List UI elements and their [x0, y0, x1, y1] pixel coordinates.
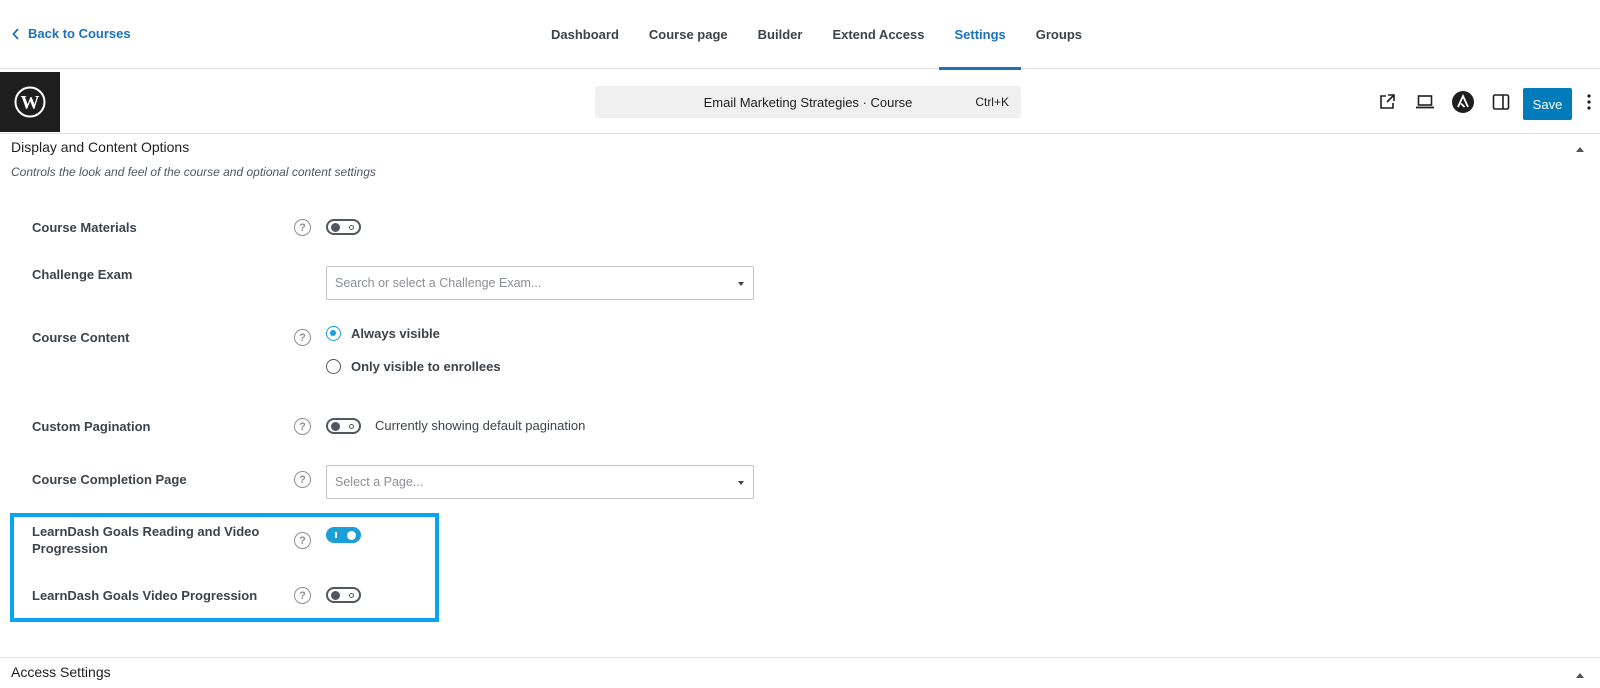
section-divider: [0, 657, 1600, 658]
wordpress-logo-icon[interactable]: W: [0, 72, 60, 132]
display-section-title: Display and Content Options: [11, 139, 190, 155]
course-materials-toggle[interactable]: [326, 219, 361, 235]
tab-dashboard[interactable]: Dashboard: [536, 0, 634, 69]
tab-course-page[interactable]: Course page: [634, 0, 743, 69]
collapse-access-section-icon[interactable]: [1576, 673, 1584, 678]
toggle-knob: [347, 531, 356, 540]
dropdown-arrow-icon: [738, 282, 744, 286]
more-options-icon[interactable]: [1581, 88, 1597, 116]
radio-always-visible[interactable]: [326, 326, 341, 341]
help-icon[interactable]: ?: [294, 418, 311, 435]
goals-reading-video-label: LearnDash Goals Reading and Video Progre…: [32, 523, 259, 557]
toggle-knob: [331, 591, 340, 600]
challenge-exam-placeholder: Search or select a Challenge Exam...: [335, 276, 542, 290]
goals-reading-video-toggle[interactable]: [326, 527, 361, 543]
tab-settings[interactable]: Settings: [939, 0, 1022, 70]
goals-reading-video-label-line1: LearnDash Goals Reading and Video: [32, 524, 260, 539]
help-icon[interactable]: ?: [294, 587, 311, 604]
help-icon[interactable]: ?: [294, 329, 311, 346]
display-section-description: Controls the look and feel of the course…: [11, 165, 376, 179]
toggle-knob: [331, 422, 340, 431]
goals-video-toggle[interactable]: [326, 587, 361, 603]
save-button[interactable]: Save: [1523, 88, 1572, 120]
editor-toolbar: W Email Marketing Strategies · Course Ct…: [0, 72, 1600, 134]
document-title: Email Marketing Strategies · Course: [703, 95, 913, 110]
challenge-exam-select[interactable]: Search or select a Challenge Exam...: [326, 266, 754, 300]
laptop-preview-icon[interactable]: [1411, 88, 1439, 116]
collapse-display-section-icon[interactable]: [1576, 147, 1584, 152]
chevron-left-icon: [12, 27, 19, 40]
tab-builder[interactable]: Builder: [743, 0, 818, 69]
help-icon[interactable]: ?: [294, 532, 311, 549]
svg-text:W: W: [21, 93, 40, 114]
tab-groups[interactable]: Groups: [1021, 0, 1097, 69]
course-materials-label: Course Materials: [32, 220, 137, 235]
command-palette-button[interactable]: Email Marketing Strategies · Course Ctrl…: [595, 86, 1021, 118]
custom-pagination-toggle[interactable]: [326, 418, 361, 434]
toggle-off-indicator: [349, 424, 354, 429]
tab-extend-access[interactable]: Extend Access: [817, 0, 939, 69]
completion-page-label: Course Completion Page: [32, 472, 187, 487]
goals-reading-video-label-line2: Progression: [32, 541, 108, 556]
completion-page-placeholder: Select a Page...: [335, 475, 424, 489]
astra-logo-icon[interactable]: [1449, 88, 1477, 116]
custom-pagination-label: Custom Pagination: [32, 419, 151, 434]
toggle-on-indicator: [335, 532, 337, 538]
access-section-title[interactable]: Access Settings: [11, 664, 111, 680]
back-label: Back to Courses: [28, 26, 131, 41]
completion-page-select[interactable]: Select a Page...: [326, 465, 754, 499]
goals-video-label: LearnDash Goals Video Progression: [32, 588, 258, 603]
toggle-off-indicator: [349, 225, 354, 230]
external-link-icon[interactable]: [1373, 88, 1401, 116]
keyboard-shortcut: Ctrl+K: [975, 95, 1009, 109]
radio-always-visible-label[interactable]: Always visible: [351, 326, 440, 341]
challenge-exam-label: Challenge Exam: [32, 267, 133, 282]
pagination-status-text: Currently showing default pagination: [375, 418, 586, 433]
radio-only-enrollees[interactable]: [326, 359, 341, 374]
back-to-courses-link[interactable]: Back to Courses: [12, 26, 131, 41]
help-icon[interactable]: ?: [294, 471, 311, 488]
help-icon[interactable]: ?: [294, 219, 311, 236]
course-content-label: Course Content: [32, 330, 130, 345]
toggle-knob: [331, 223, 340, 232]
radio-only-enrollees-label[interactable]: Only visible to enrollees: [351, 359, 501, 374]
course-tabs: Dashboard Course page Builder Extend Acc…: [536, 0, 1097, 70]
sidebar-toggle-icon[interactable]: [1487, 88, 1515, 116]
dropdown-arrow-icon: [738, 481, 744, 485]
toggle-off-indicator: [349, 593, 354, 598]
top-navigation: Back to Courses Dashboard Course page Bu…: [0, 0, 1600, 70]
